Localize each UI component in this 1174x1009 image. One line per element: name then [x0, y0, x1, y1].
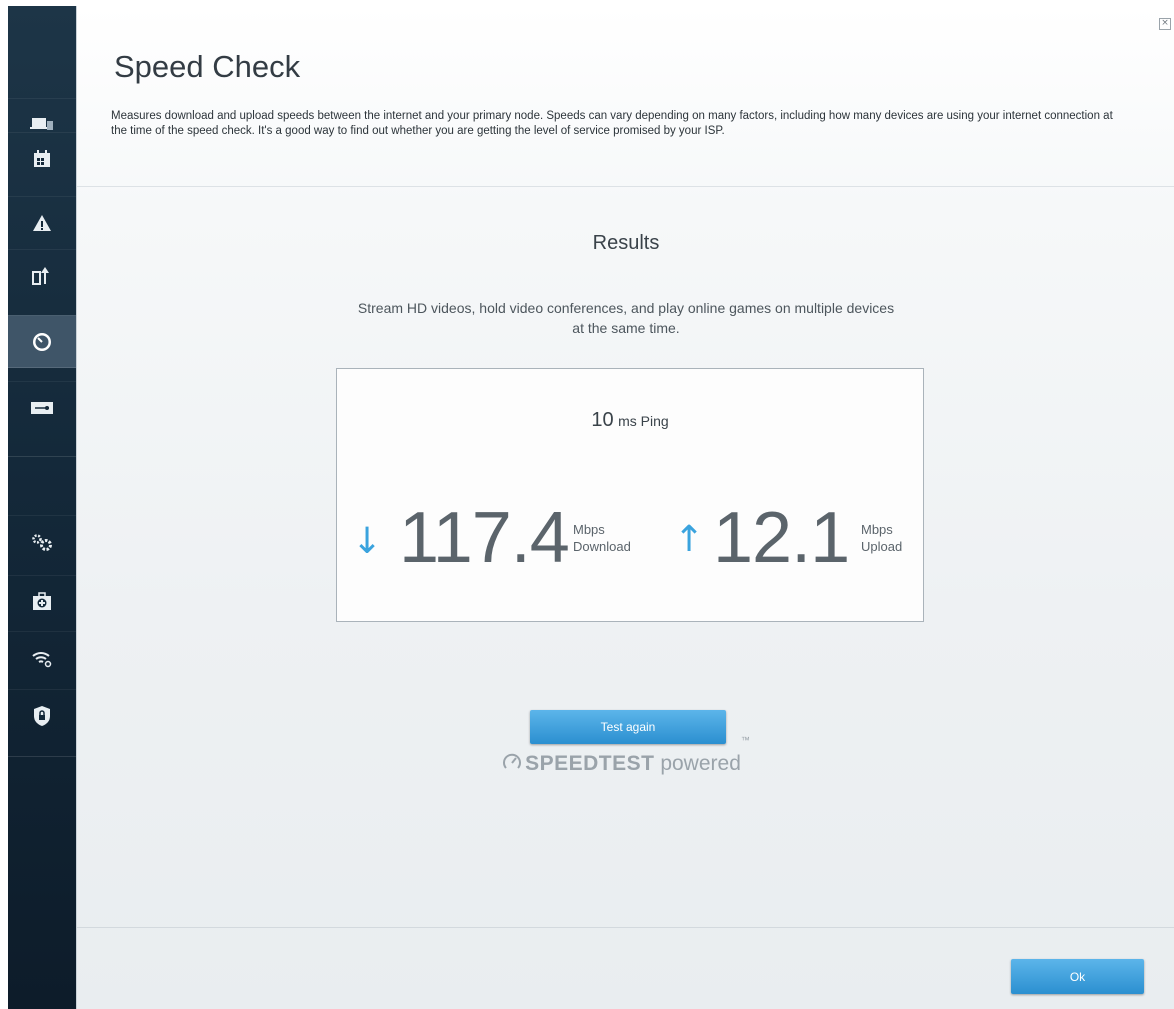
sidebar-item-advanced-settings[interactable] — [8, 515, 76, 568]
sidebar-item-wifi-settings[interactable] — [8, 631, 76, 684]
speedtest-logo: SPEEDTEST powered ™ — [77, 729, 1174, 799]
upload-label: Upload — [861, 539, 903, 554]
ping-unit: ms Ping — [618, 413, 669, 429]
gears-icon — [32, 534, 52, 551]
upload-arrow-icon: ↑ — [674, 519, 705, 560]
usb-icon — [31, 402, 53, 414]
page-description: Measures download and upload speeds betw… — [111, 110, 1113, 137]
ok-button[interactable]: Ok — [1011, 959, 1144, 994]
ping-value: 10 — [591, 409, 614, 431]
results-title: Results — [592, 232, 660, 254]
sidebar-item-parental-controls[interactable] — [8, 132, 76, 185]
wifi-icon — [32, 652, 52, 668]
sidebar-item-alerts[interactable] — [8, 196, 76, 249]
medkit-icon — [33, 592, 51, 610]
sidebar-separator — [8, 756, 76, 757]
download-value: 117.4 — [399, 498, 570, 578]
shield-lock-icon — [34, 706, 50, 726]
speedometer-outline-icon — [503, 753, 522, 769]
page-title: Speed Check — [114, 49, 301, 84]
speedometer-icon — [33, 333, 51, 351]
sidebar-item-security[interactable] — [8, 689, 76, 742]
speedtest-wordmark: SPEEDTEST — [525, 752, 655, 775]
footer-divider — [77, 927, 1174, 928]
sidebar-item-diagnostics[interactable] — [8, 575, 76, 628]
results-box: 10 ms Ping ↓ 117.4 Mbps Download ↑ 12.1 … — [336, 368, 924, 622]
download-unit: Mbps — [573, 522, 605, 537]
trademark: ™ — [740, 735, 750, 745]
speed-check-panel: × Speed Check Measures download and uplo… — [76, 6, 1174, 1009]
download-arrow-icon: ↓ — [352, 521, 383, 562]
header-divider — [77, 186, 1174, 187]
upload-unit: Mbps — [861, 522, 893, 537]
sidebar-nav — [8, 6, 76, 1009]
update-icon — [32, 267, 49, 285]
sidebar-item-usb[interactable] — [8, 381, 76, 434]
download-label: Download — [573, 539, 631, 554]
speedtest-powered: powered — [660, 752, 741, 775]
upload-value: 12.1 — [713, 498, 850, 578]
sidebar-separator — [8, 456, 76, 457]
warning-icon — [33, 215, 51, 231]
results-description: Stream HD videos, hold video conferences… — [357, 300, 895, 336]
ping-readout: 10 ms Ping — [337, 409, 923, 432]
calendar-icon — [34, 150, 50, 167]
close-icon[interactable]: × — [1159, 18, 1171, 30]
sidebar-separator — [8, 367, 76, 368]
sidebar-item-updates[interactable] — [8, 249, 76, 302]
sidebar-item-speed-check[interactable] — [8, 315, 76, 368]
